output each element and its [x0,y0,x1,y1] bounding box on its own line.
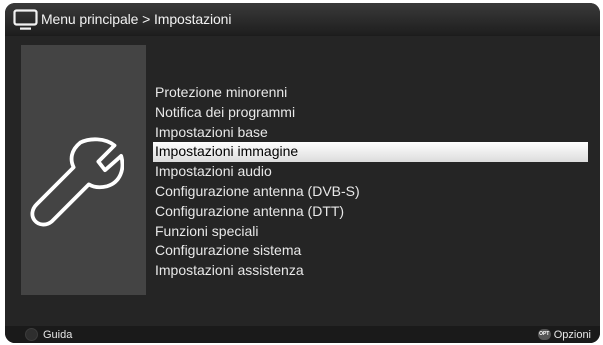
menu-item-antenna-dvb-s[interactable]: Configurazione antenna (DVB-S) [153,182,588,202]
content-area: Protezione minorenni Notifica dei progra… [5,36,600,326]
options-button[interactable]: OPT Opzioni [537,327,591,342]
menu-item-configurazione-sistema[interactable]: Configurazione sistema [153,241,588,261]
breadcrumb: Menu principale > Impostazioni [41,11,232,27]
menu-item-impostazioni-audio[interactable]: Impostazioni audio [153,162,588,182]
wrench-icon [30,137,124,227]
tv-icon [13,9,38,30]
guide-label: Guida [43,328,73,341]
menu-item-impostazioni-base[interactable]: Impostazioni base [153,123,588,143]
menu-item-antenna-dtt[interactable]: Configurazione antenna (DTT) [153,202,588,222]
section-icon-panel [21,45,146,295]
guide-button[interactable]: Guida [25,327,72,342]
header-bar: Menu principale > Impostazioni [5,3,600,35]
menu-item-impostazioni-assistenza[interactable]: Impostazioni assistenza [153,261,588,281]
circle-button-icon [25,328,38,341]
menu-item-protezione-minorenni[interactable]: Protezione minorenni [153,83,588,103]
opt-key-icon: OPT [537,329,551,340]
footer-bar: Guida OPT Opzioni [5,326,600,343]
settings-menu: Protezione minorenni Notifica dei progra… [153,83,588,281]
menu-item-funzioni-speciali[interactable]: Funzioni speciali [153,222,588,242]
menu-item-impostazioni-immagine[interactable]: Impostazioni immagine [153,142,588,163]
tv-menu-screen: Menu principale > Impostazioni Protezion… [5,3,600,343]
menu-item-notifica-programmi[interactable]: Notifica dei programmi [153,103,588,123]
options-label: Opzioni [553,328,591,341]
